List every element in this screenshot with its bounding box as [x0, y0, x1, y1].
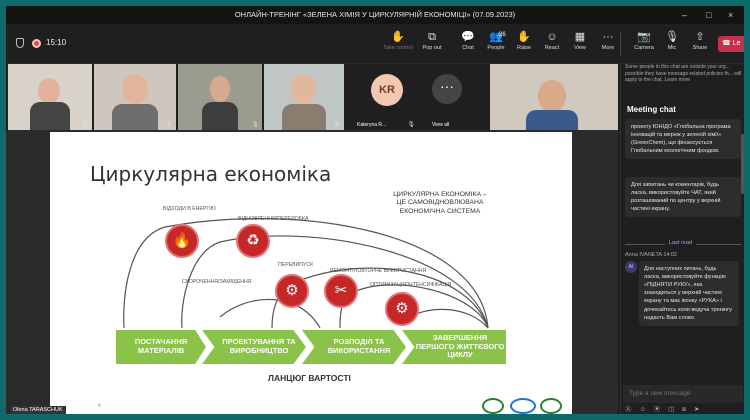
participant-body — [202, 102, 238, 130]
unido-logo — [510, 398, 536, 414]
chat-message: проекту ЮНІДО «Глобальна програма іннова… — [625, 119, 741, 160]
teams-meeting-window: ОНЛАЙН-ТРЕНІНГ «ЗЕЛЕНА ХІМІЯ У ЦИРКУЛЯРН… — [6, 6, 744, 414]
participant-body — [30, 102, 70, 130]
close-icon[interactable]: × — [728, 6, 733, 24]
sticker-icon[interactable]: ◫ — [668, 406, 677, 413]
loop-label: СКОРОЧЕННЯ/ЗАМІЩЕННЯ — [182, 279, 252, 285]
avatar: AI — [625, 261, 637, 273]
stage-label: ПОСТАЧАННЯ МАТЕРІАЛІВ — [134, 337, 188, 355]
loop-label: ПЕРЕВИПУСК — [278, 262, 314, 268]
gef-logo — [482, 398, 504, 414]
stage-distribution-use: РОЗПОДІЛ ТА ВИКОРИСТАННЯ — [302, 330, 406, 364]
shield-icon — [16, 38, 24, 48]
presentation-slide: Циркулярна економіка ЦИРКУЛЯРНА ЕКОНОМІК… — [50, 132, 572, 414]
slide-page-number: 4 — [98, 403, 101, 409]
stage-design-production: ПРОЕКТУВАННЯ ТА ВИРОБНИЦТВО — [202, 330, 306, 364]
loop-arrows — [123, 218, 489, 329]
avatar: KR — [371, 74, 403, 106]
share-icon: ⇧ — [695, 31, 705, 43]
title-bar: ОНЛАЙН-ТРЕНІНГ «ЗЕЛЕНА ХІМІЯ У ЦИРКУЛЯРН… — [6, 6, 744, 24]
format-icon[interactable]: Ⓐ — [625, 406, 635, 413]
recording-icon — [32, 39, 41, 48]
participant-name: Kateryna R... — [357, 122, 387, 128]
participant-video-tile[interactable]: 🎙 — [178, 64, 262, 130]
loop-label: РЕМОНТ/ПОВТОРНЕ ВИКОРИСТАННЯ — [330, 268, 427, 274]
toolbar-divider — [620, 32, 621, 56]
participant-body — [526, 110, 578, 130]
fire-icon: 🔥 — [165, 224, 199, 258]
message-time: 14:02 — [663, 252, 678, 258]
view-all-label: View all — [432, 122, 450, 128]
external-org-notice: Some people in this chat are outside you… — [625, 64, 742, 83]
popout-icon: ⧉ — [428, 31, 436, 43]
loop-label: ОПТИМІЗАЦІЯ/ІНТЕНСИФІКАЦІЯ — [370, 282, 452, 288]
participant-face — [290, 74, 316, 104]
meeting-toolbar: 15:10 ✋ Take control ⧉ Pop out 💬 Chat 👥 … — [6, 24, 744, 64]
mic-icon: 🎙 — [165, 122, 173, 128]
loop-label: ВІДНОВЛЕННЯ/ПЕРЕРОБКА — [238, 216, 309, 222]
message-sender: Anna IVANETA 14:02 — [625, 252, 677, 258]
greenchem-logo — [540, 398, 562, 414]
circular-economy-definition: ЦИРКУЛЯРНА ЕКОНОМІКА – ЦЕ САМОВІДНОВЛЮВА… — [393, 191, 487, 215]
repair-icon: ✂ — [324, 274, 358, 308]
loop-arc — [219, 298, 321, 329]
mic-icon: 🎙 — [81, 122, 89, 128]
last-read-label: Last read — [665, 240, 696, 246]
minimize-icon[interactable]: – — [682, 6, 687, 24]
attach-icon[interactable]: ⧈ — [682, 406, 689, 413]
chat-title: Meeting chat — [627, 105, 676, 114]
reissue-icon: ⚙ — [275, 274, 309, 308]
gif-icon[interactable]: ▣ — [654, 406, 664, 413]
send-icon[interactable]: ➤ — [694, 406, 702, 413]
maximize-icon[interactable]: □ — [706, 6, 711, 24]
compose-toolbar: Ⓐ ☺ ▣ ◫ ⧈ ➤ — [625, 403, 743, 414]
shared-screen: Циркулярна економіка ЦИРКУЛЯРНА ЕКОНОМІК… — [6, 130, 618, 414]
participant-video-tile[interactable] — [490, 64, 618, 130]
participant-body — [282, 104, 326, 130]
compose-box — [623, 382, 743, 403]
last-read-divider: Last read — [625, 240, 741, 248]
stage-supply-materials: ПОСТАЧАННЯ МАТЕРІАЛІВ — [116, 330, 206, 364]
message-input[interactable] — [623, 384, 743, 403]
participant-body — [112, 104, 158, 130]
mic-icon: 🎙 — [333, 122, 341, 128]
value-chain-label: ЛАНЦЮГ ВАРТОСТІ — [268, 373, 351, 383]
participant-face — [122, 74, 148, 104]
participant-face — [38, 78, 60, 104]
stage-label: РОЗПОДІЛ ТА ВИКОРИСТАННЯ — [327, 337, 391, 355]
participant-face — [210, 76, 230, 102]
share-button[interactable]: ⇧ Share — [684, 30, 716, 51]
window-title: ОНЛАЙН-ТРЕНІНГ «ЗЕЛЕНА ХІМІЯ У ЦИРКУЛЯРН… — [234, 10, 516, 19]
participant-video-tile[interactable]: 🎙 — [8, 64, 92, 130]
stage-label: ПРОЕКТУВАННЯ ТА ВИРОБНИЦТВО — [222, 337, 296, 355]
participant-tile-kateryna[interactable]: KR Kateryna R... 🎙 — [354, 64, 418, 130]
phone-icon: ☎ — [722, 40, 731, 47]
more-icon: ··· — [432, 74, 462, 104]
view-all-button[interactable]: ··· View all — [418, 64, 478, 130]
optimization-icon: ⚙ — [385, 292, 419, 326]
stage-end-of-life: ЗАВЕРШЕННЯ ПЕРШОГО ЖИТТЄВОГО ЦИКЛУ — [402, 330, 506, 364]
meeting-timer: 15:10 — [46, 38, 67, 47]
mic-icon: 🎙 — [407, 122, 415, 128]
participant-video-tile[interactable]: 🎙 — [264, 64, 344, 130]
recycle-icon: ♻ — [236, 224, 270, 258]
meeting-chat-panel: Some people in this chat are outside you… — [620, 64, 744, 414]
people-count-badge: 26 — [499, 32, 506, 38]
presenter-name-label: Olena TARASCHUK — [10, 406, 66, 414]
stage-label: ЗАВЕРШЕННЯ ПЕРШОГО ЖИТТЄВОГО ЦИКЛУ — [415, 333, 505, 360]
hand-icon: ✋ — [391, 31, 405, 43]
take-control-button[interactable]: ✋ Take control — [382, 30, 414, 51]
emoji-icon[interactable]: ☺ — [639, 406, 649, 413]
chat-message: Для наступних питань, будь ласка, викори… — [639, 261, 739, 326]
loop-label: ВІДХОДИ В ЕНЕРГІЮ — [163, 206, 216, 212]
chat-scrollbar[interactable] — [741, 134, 744, 194]
participant-video-tile[interactable]: 🎙 — [94, 64, 176, 130]
chat-message: Для запитань чи коментарів, будь ласка, … — [625, 177, 741, 218]
pop-out-button[interactable]: ⧉ Pop out — [416, 30, 448, 51]
sender-name: Anna IVANETA — [625, 252, 662, 258]
participant-face — [538, 80, 566, 112]
leave-button[interactable]: ☎ Le — [718, 36, 744, 52]
mic-icon: 🎙 — [251, 122, 259, 128]
